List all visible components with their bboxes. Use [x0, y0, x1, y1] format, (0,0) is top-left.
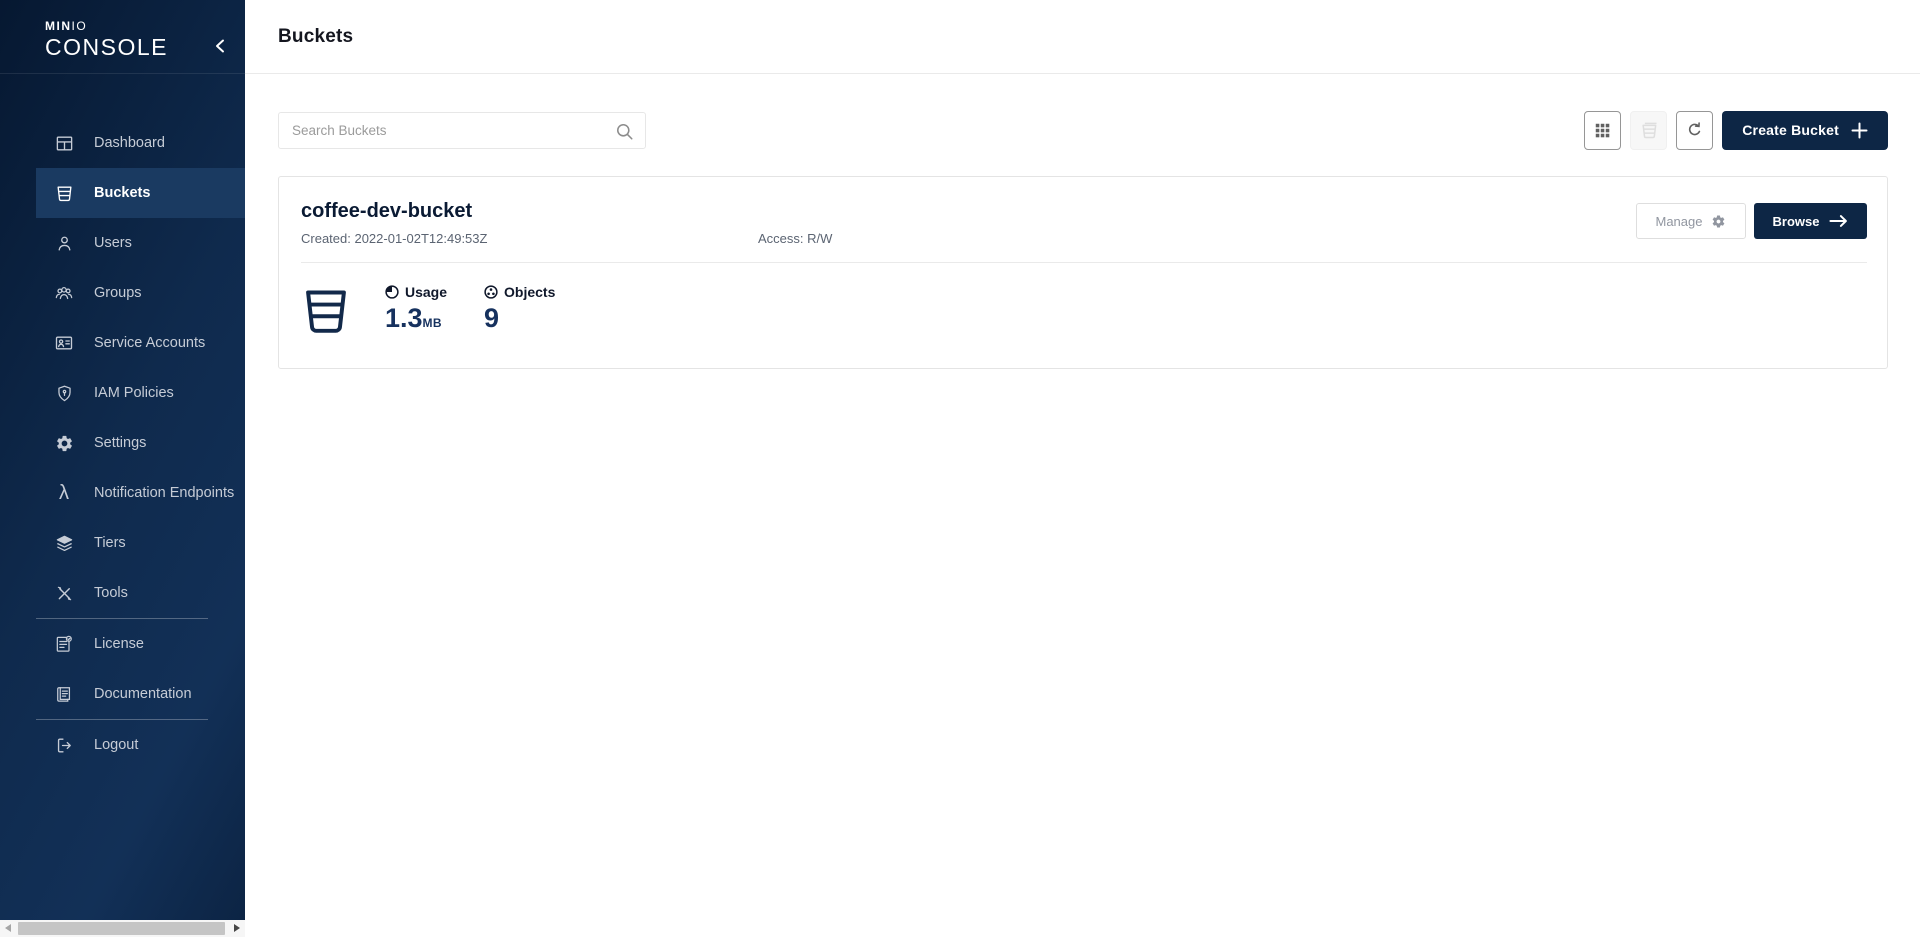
- sidebar-item-users[interactable]: Users: [36, 218, 245, 268]
- logo-minio-bold: MIN: [45, 19, 72, 33]
- sidebar-item-logout[interactable]: Logout: [36, 720, 245, 770]
- scrollbar-thumb[interactable]: [18, 922, 225, 935]
- sidebar-item-documentation[interactable]: Documentation: [36, 669, 245, 719]
- sidebar-item-label: Tools: [94, 585, 128, 601]
- sidebar-item-groups[interactable]: Groups: [36, 268, 245, 318]
- sidebar-menu: Dashboard Buckets Users Groups: [0, 118, 245, 770]
- groups-icon: [53, 282, 75, 304]
- sidebar-item-iam-policies[interactable]: IAM Policies: [36, 368, 245, 418]
- refresh-button[interactable]: [1676, 111, 1713, 150]
- search-input[interactable]: [279, 113, 645, 148]
- objects-label: Objects: [504, 284, 555, 300]
- main-area: Buckets: [245, 0, 1920, 937]
- refresh-icon: [1685, 121, 1704, 140]
- service-accounts-icon: [53, 332, 75, 354]
- collapse-sidebar-button[interactable]: [211, 37, 229, 55]
- sidebar-item-label: IAM Policies: [94, 385, 174, 401]
- bucket-icon-large: [301, 284, 351, 338]
- sidebar-item-label: Documentation: [94, 686, 192, 702]
- bucket-name: coffee-dev-bucket: [301, 200, 832, 223]
- logout-icon: [53, 734, 75, 756]
- browse-label: Browse: [1773, 214, 1820, 229]
- lambda-icon: λ: [53, 482, 75, 504]
- minio-logo: MINIO CONSOLE: [0, 0, 245, 74]
- page-header: Buckets: [245, 0, 1920, 74]
- sidebar-item-service-accounts[interactable]: Service Accounts: [36, 318, 245, 368]
- search-icon: [615, 122, 634, 146]
- usage-value: 1.3: [385, 303, 423, 333]
- manage-button[interactable]: Manage: [1636, 203, 1746, 239]
- usage-pie-icon: [385, 285, 399, 299]
- bucket-created: Created: 2022-01-02T12:49:53Z: [301, 231, 758, 246]
- sidebar-item-label: Service Accounts: [94, 335, 205, 351]
- plus-icon: [1851, 122, 1868, 139]
- sidebar-item-label: License: [94, 636, 144, 652]
- sidebar-item-tiers[interactable]: Tiers: [36, 518, 245, 568]
- sidebar-item-settings[interactable]: Settings: [36, 418, 245, 468]
- sidebar-item-label: Logout: [94, 737, 138, 753]
- minio-console-app: MINIO CONSOLE Dashboard Buckets: [0, 0, 1920, 937]
- arrow-right-icon: [1829, 214, 1848, 228]
- objects-metric: Objects 9: [484, 284, 555, 332]
- create-bucket-button[interactable]: Create Bucket: [1722, 111, 1888, 150]
- sidebar-horizontal-scrollbar[interactable]: [0, 920, 245, 937]
- sidebar-item-tools[interactable]: Tools: [36, 568, 245, 618]
- manage-label: Manage: [1656, 214, 1703, 229]
- search-box: [278, 112, 646, 149]
- dashboard-icon: [53, 132, 75, 154]
- browse-button[interactable]: Browse: [1754, 203, 1867, 239]
- sidebar-item-buckets[interactable]: Buckets: [36, 168, 245, 218]
- sidebar-item-label: Notification Endpoints: [94, 485, 234, 501]
- grid-view-button[interactable]: [1584, 111, 1621, 150]
- documentation-icon: [53, 683, 75, 705]
- usage-unit: MB: [423, 316, 442, 330]
- usage-metric: Usage 1.3MB: [385, 284, 447, 332]
- sidebar-item-label: Buckets: [94, 185, 150, 201]
- sidebar-item-label: Tiers: [94, 535, 126, 551]
- tools-icon: [53, 582, 75, 604]
- license-icon: [53, 633, 75, 655]
- tiers-layers-icon: [53, 532, 75, 554]
- users-icon: [53, 232, 75, 254]
- content: Create Bucket coffee-dev-bucket Created:…: [245, 111, 1920, 369]
- actions-row: Create Bucket: [278, 111, 1888, 149]
- sidebar-item-label: Users: [94, 235, 132, 251]
- objects-icon: [484, 285, 498, 299]
- sidebar-item-label: Groups: [94, 285, 142, 301]
- page-title: Buckets: [278, 26, 353, 48]
- objects-value: 9: [484, 305, 555, 332]
- bucket-card-header: coffee-dev-bucket Created: 2022-01-02T12…: [301, 200, 1867, 246]
- sidebar-item-label: Settings: [94, 435, 146, 451]
- bucket-card: coffee-dev-bucket Created: 2022-01-02T12…: [278, 176, 1888, 369]
- sidebar-item-label: Dashboard: [94, 135, 165, 151]
- buckets-icon: [53, 182, 75, 204]
- logo-minio-thin: IO: [72, 19, 88, 33]
- sidebar-item-notification-endpoints[interactable]: λ Notification Endpoints: [36, 468, 245, 518]
- usage-label: Usage: [405, 284, 447, 300]
- bucket-list-icon: [1639, 120, 1659, 140]
- gear-icon: [1711, 214, 1726, 229]
- iam-policies-icon: [53, 382, 75, 404]
- sidebar-item-license[interactable]: License: [36, 619, 245, 669]
- sidebar-item-dashboard[interactable]: Dashboard: [36, 118, 245, 168]
- bucket-access: Access: R/W: [758, 231, 832, 246]
- sidebar: MINIO CONSOLE Dashboard Buckets: [0, 0, 245, 920]
- grid-view-icon: [1593, 121, 1612, 140]
- settings-gear-icon: [53, 432, 75, 454]
- bucket-metrics: Usage 1.3MB Objects 9: [301, 263, 1867, 338]
- chevron-left-icon: [215, 39, 225, 53]
- list-view-button[interactable]: [1630, 111, 1667, 150]
- scroll-right-arrow-icon[interactable]: [234, 924, 240, 932]
- view-toolbar: Create Bucket: [1584, 111, 1888, 150]
- create-bucket-label: Create Bucket: [1742, 122, 1839, 138]
- scroll-left-arrow-icon[interactable]: [5, 924, 11, 932]
